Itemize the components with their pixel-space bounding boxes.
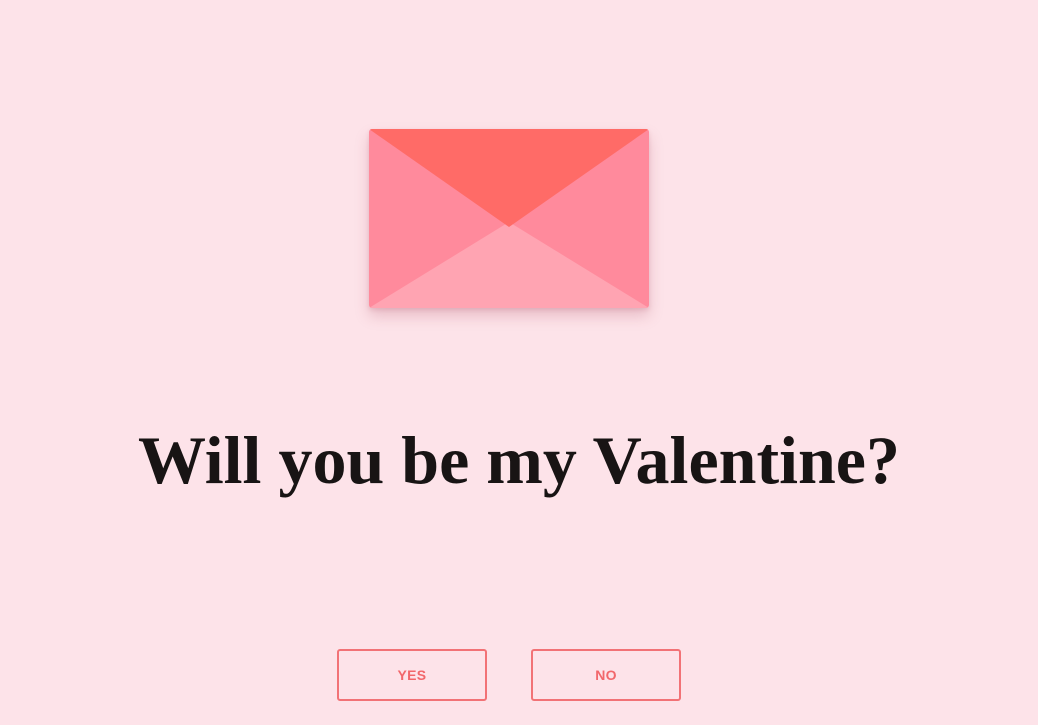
yes-button[interactable]: YES (337, 649, 487, 701)
envelope-icon[interactable] (369, 129, 649, 308)
envelope-graphic (369, 129, 649, 308)
valentine-question: Will you be my Valentine? (138, 422, 900, 498)
no-button[interactable]: NO (531, 649, 681, 701)
